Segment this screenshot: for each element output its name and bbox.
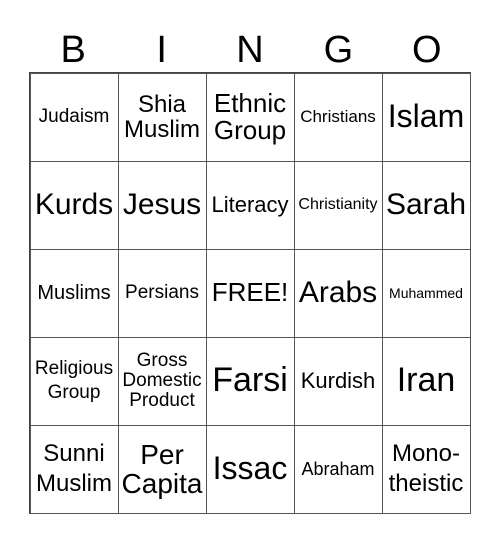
bingo-cell[interactable]: Shia Muslim — [117, 72, 207, 162]
header-letter-o: O — [412, 29, 442, 71]
cell-text: Kurds — [34, 188, 114, 222]
bingo-cell[interactable]: Farsi — [205, 336, 295, 426]
header-letter-b: B — [60, 29, 86, 71]
bingo-grid: Judaism Shia Muslim Ethnic Group Christi… — [29, 72, 471, 514]
bingo-cell[interactable]: Iran — [381, 336, 471, 426]
bingo-cell[interactable]: Religious Group — [29, 336, 119, 426]
bingo-cell[interactable]: Sunni Muslim — [29, 424, 119, 514]
bingo-cell[interactable]: Kurdish — [293, 336, 383, 426]
bingo-cell[interactable]: Kurds — [29, 160, 119, 250]
cell-text: Kurdish — [300, 368, 376, 394]
cell-text: Christians — [300, 107, 376, 127]
bingo-cell[interactable]: Literacy — [205, 160, 295, 250]
bingo-cell[interactable]: Issac — [205, 424, 295, 514]
bingo-cell[interactable]: Arabs — [293, 248, 383, 338]
header-letter-i: I — [156, 29, 167, 71]
bingo-cell[interactable]: Ethnic Group — [205, 72, 295, 162]
bingo-cell[interactable]: Christianity — [293, 160, 383, 250]
cell-text: Issac — [212, 450, 288, 487]
cell-text: Christianity — [298, 195, 378, 213]
cell-text: Mono- theistic — [388, 440, 464, 497]
bingo-cell[interactable]: Jesus — [117, 160, 207, 250]
cell-text: Farsi — [212, 361, 288, 400]
cell-text: Iran — [396, 361, 456, 400]
bingo-cell[interactable]: Muhammed — [381, 248, 471, 338]
bingo-cell[interactable]: Abraham — [293, 424, 383, 514]
cell-text: Persians — [125, 282, 199, 304]
bingo-cell[interactable]: Muslims — [29, 248, 119, 338]
cell-text: Sunni Muslim — [36, 440, 112, 497]
cell-text: Religious Group — [34, 358, 114, 403]
bingo-cell[interactable]: Sarah — [381, 160, 471, 250]
bingo-cell[interactable]: Gross Domestic Product — [117, 336, 207, 426]
cell-text: Per Capita — [121, 438, 203, 499]
bingo-cell[interactable]: Islam — [381, 72, 471, 162]
free-space: FREE! — [205, 248, 295, 338]
bingo-cell[interactable]: Per Capita — [117, 424, 207, 514]
cell-text: Shia Muslim — [124, 90, 200, 143]
cell-text: Sarah — [385, 188, 467, 222]
cell-text: Islam — [387, 98, 465, 135]
bingo-cell[interactable]: Mono- theistic — [381, 424, 471, 514]
cell-text: Gross Domestic Product — [122, 350, 202, 411]
cell-text: Ethnic Group — [213, 87, 287, 145]
bingo-cell[interactable]: Christians — [293, 72, 383, 162]
cell-text: Arabs — [298, 276, 378, 310]
cell-text: Muslims — [37, 281, 111, 304]
header-letter-g: G — [323, 29, 354, 71]
cell-text: FREE! — [211, 277, 289, 308]
cell-text: Jesus — [122, 188, 202, 222]
cell-text: Literacy — [211, 192, 289, 218]
header-letter-n: N — [236, 29, 264, 71]
cell-text: Judaism — [38, 106, 110, 128]
bingo-header: B I N G O — [29, 28, 471, 72]
bingo-cell[interactable]: Judaism — [29, 72, 119, 162]
cell-text: Abraham — [301, 458, 375, 479]
cell-text: Muhammed — [389, 284, 463, 301]
bingo-cell[interactable]: Persians — [117, 248, 207, 338]
